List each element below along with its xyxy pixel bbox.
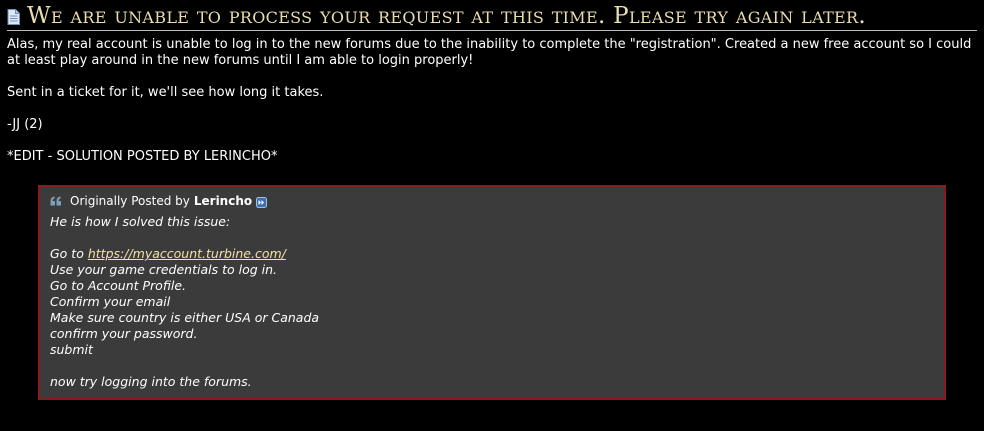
post-edit-note: *EDIT - SOLUTION POSTED BY LERINCHO*: [7, 149, 278, 164]
quote-header: Originally Posted by Lerincho: [50, 193, 934, 209]
quote-outro: now try logging into the forums.: [50, 374, 252, 389]
quote-goto-line: Go to https://myaccount.turbine.com/: [50, 246, 934, 262]
post-title-row: We are unable to process your request at…: [7, 2, 977, 31]
post-signature: -JJ (2): [7, 117, 43, 132]
quote-box: Originally Posted by Lerincho He is how …: [38, 185, 946, 400]
post-body: Alas, my real account is unable to log i…: [7, 37, 972, 165]
quote-step: Go to Account Profile.: [50, 278, 187, 293]
quote-step: Confirm your email: [50, 294, 171, 309]
quote-body: He is how I solved this issue: Go to htt…: [50, 214, 934, 390]
quote-step: Use your game credentials to log in.: [50, 262, 278, 277]
quote-goto-prefix: Go to: [50, 246, 84, 261]
quote-step: submit: [50, 342, 93, 357]
post-title: We are unable to process your request at…: [27, 3, 866, 29]
quote-step: Make sure country is either USA or Canad…: [50, 310, 320, 325]
quote-intro: He is how I solved this issue:: [50, 214, 231, 229]
quote-step: confirm your password.: [50, 326, 198, 341]
post-paragraph: Sent in a ticket for it, we'll see how l…: [7, 85, 324, 100]
quote-prefix: Originally Posted by: [70, 194, 190, 208]
post-paragraph: Alas, my real account is unable to log i…: [7, 37, 972, 68]
quote-marks-icon: [50, 196, 61, 206]
document-icon: [7, 9, 20, 25]
view-post-arrow-icon[interactable]: [256, 197, 268, 208]
quote-author[interactable]: Lerincho: [194, 193, 252, 209]
myaccount-link[interactable]: https://myaccount.turbine.com/: [88, 246, 286, 261]
